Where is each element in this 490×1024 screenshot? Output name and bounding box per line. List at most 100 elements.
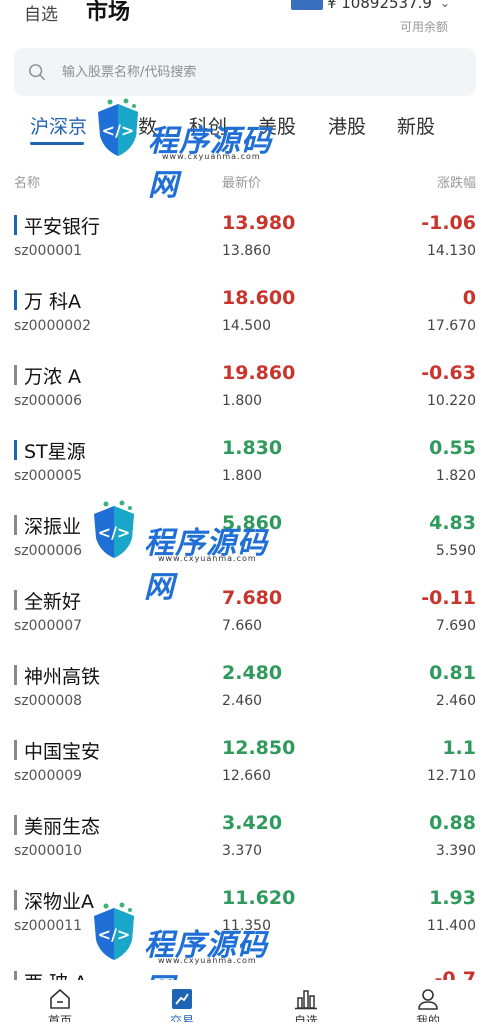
stock-price: 12.850 xyxy=(222,737,296,759)
stock-name: 中国宝安 xyxy=(24,741,101,763)
stock-code: sz000006 xyxy=(14,393,83,409)
svg-text:</>: </> xyxy=(102,121,135,140)
stock-change: 0.81 xyxy=(429,662,476,684)
stock-secondary-value: 5.590 xyxy=(435,543,476,559)
column-header-change[interactable]: 涨跌幅 xyxy=(437,172,476,191)
stock-code: sz000001 xyxy=(14,243,83,259)
stock-name: 万 科A xyxy=(24,291,82,313)
nav-trade-label: 交易 xyxy=(169,1014,194,1022)
bar-chart-icon xyxy=(295,990,317,1010)
chevron-down-icon: ⌄ xyxy=(439,0,450,10)
stock-price: 3.420 xyxy=(222,812,283,834)
stock-code: sz000010 xyxy=(14,843,83,859)
nav-watchlist-label: 自选 xyxy=(293,1014,318,1022)
tab-hk-stocks[interactable]: 港股 xyxy=(328,112,366,139)
row-indicator xyxy=(14,440,17,460)
stock-change: 0.55 xyxy=(429,437,476,459)
svg-text:</>: </> xyxy=(98,523,131,542)
stock-change: -0.7 xyxy=(434,968,476,980)
watermark-logo: </> 程序源码网 www.cxyuanma.com xyxy=(88,898,288,1007)
watermark-logo: </> 程序源码网 www.cxyuanma.com xyxy=(92,94,292,203)
stock-change: 1.93 xyxy=(429,887,476,909)
stock-name: 万浓 A xyxy=(24,366,82,388)
stock-prev-price: 2.460 xyxy=(222,693,263,709)
stock-name: 西 玻 A xyxy=(24,968,87,980)
svg-text:</>: </> xyxy=(98,925,131,944)
stock-price: 13.980 xyxy=(222,212,296,234)
shield-code-icon: </> xyxy=(94,902,134,960)
nav-profile[interactable]: 我的 xyxy=(408,988,448,1024)
stock-name: 全新好 xyxy=(24,591,82,613)
stock-name: 平安银行 xyxy=(24,216,101,238)
stock-name: 深物业A xyxy=(24,891,94,913)
nav-trade[interactable]: 交易 xyxy=(162,988,202,1024)
nav-profile-label: 我的 xyxy=(415,1014,440,1022)
stock-code: sz000011 xyxy=(14,918,83,934)
stock-secondary-value: 3.390 xyxy=(435,843,476,859)
watermark-url: www.cxyuanma.com xyxy=(158,554,257,563)
stock-name: 美丽生态 xyxy=(24,816,101,838)
currency-badge xyxy=(290,0,323,10)
row-indicator xyxy=(14,215,17,235)
stock-code: sz000007 xyxy=(14,618,83,634)
tab-market[interactable]: 市场 xyxy=(86,0,130,26)
stock-price: 19.860 xyxy=(222,362,296,384)
search-input[interactable] xyxy=(62,64,442,80)
stock-secondary-value: 11.400 xyxy=(427,918,476,934)
stock-code: sz000009 xyxy=(14,768,83,784)
stock-prev-price: 1.800 xyxy=(222,393,263,409)
nav-home[interactable]: 首页 xyxy=(40,988,80,1024)
nav-home-label: 首页 xyxy=(47,1014,72,1022)
row-indicator xyxy=(14,890,17,910)
top-bar: 自选 市场 ¥ 10892537.9 ⌄ 可用余额 xyxy=(0,0,490,44)
trade-chart-icon xyxy=(172,989,192,1009)
stock-name: ST星源 xyxy=(24,441,86,463)
search-bar[interactable] xyxy=(14,48,476,96)
stock-name: 深振业 xyxy=(24,516,82,538)
stock-secondary-value: 12.710 xyxy=(427,768,476,784)
stock-row[interactable]: 万 科A sz0000002 18.600 14.500 0 17.670 xyxy=(0,277,490,352)
balance-value: ¥ 10892537.9 xyxy=(326,0,432,12)
search-icon xyxy=(29,64,45,80)
stock-change: 1.1 xyxy=(442,737,476,759)
stock-prev-price: 7.660 xyxy=(222,618,263,634)
shield-code-icon: </> xyxy=(98,98,138,156)
stock-row[interactable]: 神州高铁 sz000008 2.480 2.460 0.81 2.460 xyxy=(0,652,490,727)
stock-change: 4.83 xyxy=(429,512,476,534)
stock-row[interactable]: ST星源 sz000005 1.830 1.800 0.55 1.820 xyxy=(0,427,490,502)
active-tab-underline xyxy=(30,142,84,145)
balance-label: 可用余额 xyxy=(399,20,448,34)
watermark-url: www.cxyuanma.com xyxy=(162,152,261,161)
stock-change: -0.11 xyxy=(421,587,476,609)
watermark-url: www.cxyuanma.com xyxy=(158,956,257,965)
row-indicator xyxy=(14,740,17,760)
tab-new-stocks[interactable]: 新股 xyxy=(397,112,435,139)
stock-name: 神州高铁 xyxy=(24,666,101,688)
stock-row[interactable]: 美丽生态 sz000010 3.420 3.370 0.88 3.390 xyxy=(0,802,490,877)
stock-prev-price: 13.860 xyxy=(222,243,271,259)
stock-prev-price: 3.370 xyxy=(222,843,263,859)
stock-change: -1.06 xyxy=(421,212,476,234)
user-icon xyxy=(418,989,438,1010)
stock-code: sz000005 xyxy=(14,468,83,484)
balance-display[interactable]: ¥ 10892537.9 ⌄ xyxy=(290,0,450,12)
stock-row[interactable]: 平安银行 sz000001 13.980 13.860 -1.06 14.130 xyxy=(0,202,490,277)
stock-secondary-value: 10.220 xyxy=(427,393,476,409)
stock-prev-price: 1.800 xyxy=(222,468,263,484)
stock-row[interactable]: 万浓 A sz000006 19.860 1.800 -0.63 10.220 xyxy=(0,352,490,427)
stock-row[interactable]: 中国宝安 sz000009 12.850 12.660 1.1 12.710 xyxy=(0,727,490,802)
stock-price: 1.830 xyxy=(222,437,283,459)
stock-secondary-value: 1.820 xyxy=(435,468,476,484)
stock-change: 0 xyxy=(462,287,476,309)
tab-watchlist[interactable]: 自选 xyxy=(24,0,58,25)
home-icon xyxy=(50,989,70,1009)
stock-secondary-value: 2.460 xyxy=(435,693,476,709)
row-indicator xyxy=(14,365,17,385)
column-header-name: 名称 xyxy=(14,176,41,191)
tab-hushenjing[interactable]: 沪深京 xyxy=(30,112,87,139)
nav-watchlist[interactable]: 自选 xyxy=(286,988,326,1024)
stock-secondary-value: 7.690 xyxy=(435,618,476,634)
row-indicator xyxy=(14,590,17,610)
stock-price: 18.600 xyxy=(222,287,296,309)
stock-code: sz000008 xyxy=(14,693,83,709)
